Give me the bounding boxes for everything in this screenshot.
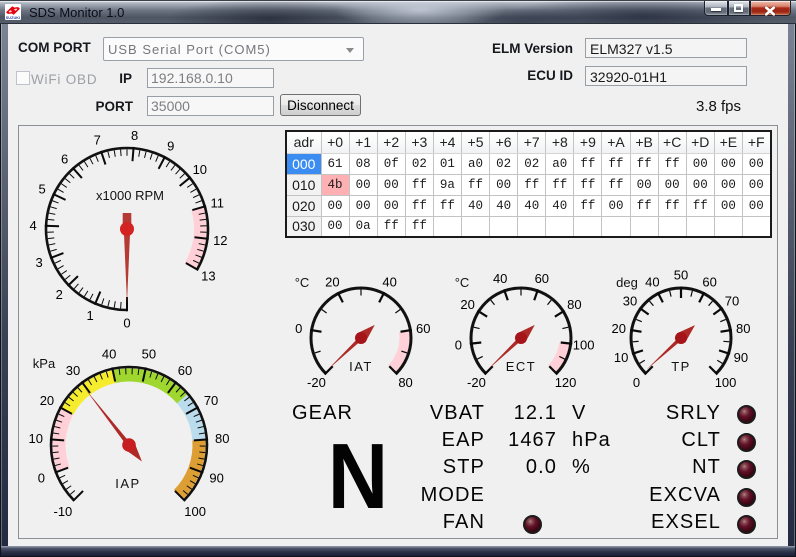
svg-text:°C: °C [295, 275, 310, 290]
svg-text:TP: TP [671, 359, 691, 374]
svg-text:0: 0 [455, 338, 462, 353]
svg-text:80: 80 [736, 321, 750, 336]
svg-text:-10: -10 [53, 504, 72, 519]
svg-text:100: 100 [184, 504, 206, 519]
svg-text:0: 0 [633, 375, 640, 390]
svg-text:5: 5 [38, 181, 45, 196]
svg-text:100: 100 [573, 338, 595, 353]
svg-text:0: 0 [38, 470, 45, 485]
svg-text:IAP: IAP [115, 476, 140, 491]
svg-text:3: 3 [35, 255, 42, 270]
svg-text:60: 60 [178, 363, 192, 378]
svg-text:7: 7 [94, 133, 101, 148]
svg-text:80: 80 [398, 375, 412, 390]
svg-text:x1000 RPM: x1000 RPM [96, 188, 164, 203]
svg-text:0: 0 [123, 316, 130, 331]
svg-text:40: 40 [493, 271, 507, 286]
svg-text:90: 90 [734, 350, 748, 365]
svg-text:13: 13 [201, 269, 215, 284]
svg-text:-20: -20 [467, 375, 486, 390]
svg-text:9: 9 [167, 138, 174, 153]
svg-text:20: 20 [612, 321, 626, 336]
svg-text:50: 50 [674, 268, 688, 283]
svg-text:30: 30 [623, 294, 637, 309]
svg-text:6: 6 [61, 151, 68, 166]
svg-text:60: 60 [702, 275, 716, 290]
svg-text:ECT: ECT [506, 359, 537, 374]
svg-text:100: 100 [715, 375, 737, 390]
svg-text:70: 70 [725, 294, 739, 309]
svg-text:120: 120 [555, 375, 577, 390]
svg-text:0: 0 [295, 321, 302, 336]
svg-text:10: 10 [29, 431, 43, 446]
svg-text:80: 80 [215, 431, 229, 446]
svg-text:40: 40 [645, 275, 659, 290]
svg-text:80: 80 [567, 297, 581, 312]
svg-text:IAT: IAT [349, 359, 373, 374]
svg-text:20: 20 [460, 297, 474, 312]
svg-text:°C: °C [455, 275, 470, 290]
svg-text:60: 60 [416, 321, 430, 336]
svg-text:-20: -20 [307, 375, 326, 390]
svg-text:10: 10 [614, 350, 628, 365]
svg-text:40: 40 [382, 275, 396, 290]
svg-text:50: 50 [142, 346, 156, 361]
svg-text:40: 40 [102, 346, 116, 361]
svg-text:60: 60 [535, 271, 549, 286]
svg-text:20: 20 [40, 393, 54, 408]
svg-text:kPa: kPa [33, 356, 56, 371]
svg-text:10: 10 [193, 162, 207, 177]
svg-text:8: 8 [131, 128, 138, 143]
svg-text:SUZUKI: SUZUKI [6, 16, 21, 20]
svg-text:deg: deg [616, 275, 638, 290]
svg-text:12: 12 [213, 233, 227, 248]
svg-text:1: 1 [87, 308, 94, 323]
svg-text:11: 11 [211, 196, 225, 211]
svg-text:70: 70 [204, 393, 218, 408]
svg-text:30: 30 [66, 363, 80, 378]
svg-text:20: 20 [325, 275, 339, 290]
svg-text:4: 4 [29, 218, 36, 233]
svg-text:90: 90 [209, 470, 223, 485]
svg-text:2: 2 [56, 287, 63, 302]
